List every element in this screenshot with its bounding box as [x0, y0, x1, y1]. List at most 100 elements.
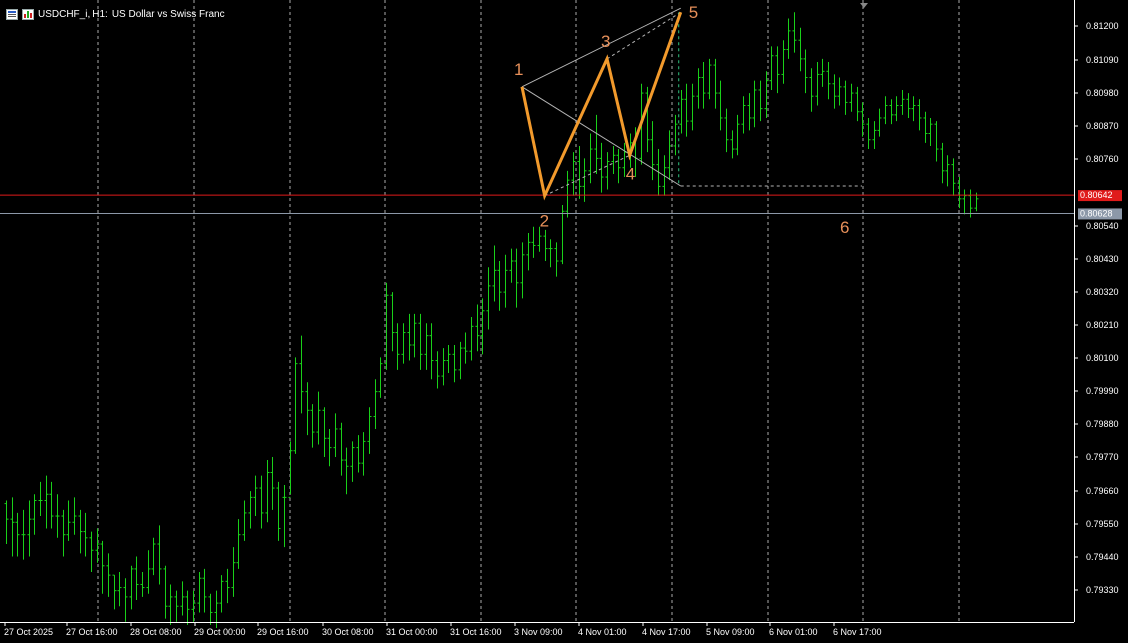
time-axis-label: 29 Oct 00:00 — [194, 627, 246, 637]
price-axis-label: 0.81200 — [1086, 21, 1119, 31]
candle — [679, 89, 684, 134]
candle — [503, 254, 508, 308]
candle — [826, 61, 831, 100]
candle — [611, 145, 616, 174]
candle — [236, 519, 241, 569]
candle — [259, 475, 264, 529]
candle — [129, 565, 134, 610]
candle — [44, 475, 49, 529]
candle — [276, 481, 281, 541]
candle — [100, 540, 105, 594]
candle — [61, 509, 66, 557]
time-axis-label: 31 Oct 16:00 — [450, 627, 502, 637]
candle — [707, 58, 712, 100]
candle — [917, 99, 922, 131]
time-axis-label: 3 Nov 09:00 — [514, 627, 563, 637]
candle — [526, 233, 531, 271]
candle — [106, 553, 111, 597]
candle — [208, 593, 213, 625]
price-axis-label: 0.81090 — [1086, 55, 1119, 65]
candle — [191, 590, 196, 622]
candle — [327, 428, 332, 467]
candle — [820, 58, 825, 87]
bid-label: 0.80628 — [1080, 208, 1113, 218]
candle — [117, 572, 122, 607]
candle — [146, 550, 151, 594]
candle — [906, 93, 911, 118]
candle — [38, 481, 43, 517]
candle — [849, 83, 854, 112]
candle — [344, 447, 349, 495]
candle — [877, 108, 882, 137]
candle — [270, 456, 275, 510]
candle — [769, 46, 774, 90]
candle — [242, 500, 247, 541]
candle — [509, 248, 514, 283]
wave-drawing-layer: 1 2 3 4 5 6 — [0, 3, 1074, 237]
candle — [565, 170, 570, 218]
candle — [305, 382, 310, 436]
candle — [367, 407, 372, 454]
candle — [299, 335, 304, 414]
candle — [231, 547, 236, 597]
candle — [577, 145, 582, 199]
candle — [373, 379, 378, 429]
candle — [775, 46, 780, 94]
candle — [293, 357, 298, 454]
time-axis-label: 4 Nov 17:00 — [642, 627, 691, 637]
price-axis-label: 0.80760 — [1086, 154, 1119, 164]
chart-window-icon[interactable] — [6, 8, 18, 20]
price-axis-label: 0.79770 — [1086, 452, 1119, 462]
chart-timeframe: H1 — [92, 8, 106, 20]
time-axis-label: 27 Oct 16:00 — [66, 627, 118, 637]
candle — [940, 142, 945, 184]
time-axis-label: 4 Nov 01:00 — [578, 627, 627, 637]
candle — [872, 121, 877, 150]
candle — [860, 102, 865, 137]
price-axis-label: 0.80100 — [1086, 353, 1119, 363]
candle — [945, 155, 950, 187]
candle — [548, 239, 553, 268]
candle — [786, 18, 791, 59]
price-chart[interactable]: 1 2 3 4 5 6 0.81200 0.81090 0.80980 0.80870 0.807… — [0, 0, 1128, 643]
candle — [645, 86, 650, 153]
time-axis-label: 28 Oct 08:00 — [130, 627, 182, 637]
candle — [718, 80, 723, 131]
candle — [282, 484, 287, 548]
candle — [588, 133, 593, 184]
candle — [401, 323, 406, 364]
price-axis-label: 0.79330 — [1086, 585, 1119, 595]
candle — [49, 481, 54, 529]
candle — [350, 441, 355, 482]
wave-label-2: 2 — [540, 212, 549, 231]
candle — [10, 497, 15, 557]
time-axis-label: 29 Oct 16:00 — [257, 627, 309, 637]
candle — [741, 96, 746, 134]
candle — [837, 77, 842, 106]
candle — [174, 590, 179, 622]
candle — [594, 114, 599, 174]
candle — [713, 58, 718, 109]
candle — [667, 130, 672, 181]
candle — [520, 242, 525, 299]
price-axis-label: 0.79440 — [1086, 552, 1119, 562]
candle — [55, 494, 60, 538]
candle — [180, 581, 185, 616]
candle — [378, 357, 383, 398]
candle — [497, 261, 502, 311]
candle — [395, 323, 400, 370]
candle — [83, 512, 88, 557]
candle — [356, 435, 361, 473]
candle — [134, 556, 139, 601]
chart-symbol: USDCHF_i — [38, 8, 88, 20]
candle — [316, 391, 321, 445]
candle — [446, 344, 451, 373]
wave-label-6: 6 — [840, 218, 849, 237]
candle — [202, 568, 207, 613]
red-level-label: 0.80642 — [1080, 190, 1113, 200]
chart-window[interactable]: 1 2 3 4 5 6 0.81200 0.81090 0.80980 0.80870 0.807… — [0, 0, 1128, 643]
candle — [140, 572, 145, 597]
candle — [752, 80, 757, 128]
candle-chart-icon[interactable] — [22, 8, 34, 20]
candle — [390, 292, 395, 352]
